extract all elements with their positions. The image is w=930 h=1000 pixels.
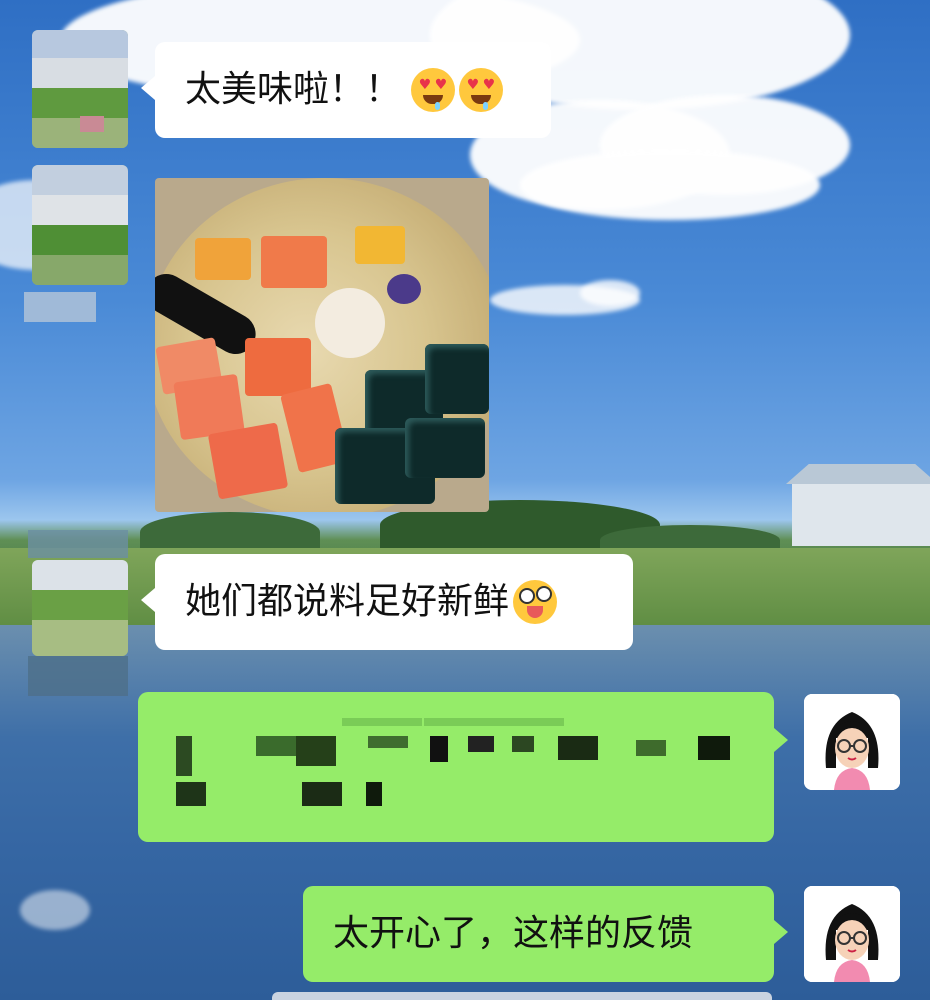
message-bubble[interactable]: 太美味啦！！ ♥ ♥ ♥ ♥ (155, 42, 551, 138)
contact-avatar[interactable] (32, 165, 128, 285)
message-text: 太美味啦！！ (185, 69, 402, 110)
pixelated-fragment (24, 292, 96, 322)
bubble-tail (141, 588, 155, 612)
contact-avatar[interactable] (32, 560, 128, 656)
house-scenery (792, 482, 930, 546)
bubble-tail (774, 728, 788, 752)
message-bubble[interactable] (138, 692, 774, 842)
message-text: 她们都说料足好新鲜 (185, 581, 510, 622)
pixelated-fragment (28, 656, 128, 696)
girl-glasses-icon (804, 886, 900, 982)
pixelated-fragment (28, 530, 128, 558)
bubble-tail (774, 920, 788, 944)
next-message-edge (272, 992, 772, 1000)
dessert-photo[interactable] (155, 178, 489, 512)
crazy-face-emoji-icon (513, 580, 558, 624)
heart-eyes-emoji-icon: ♥ ♥ (411, 68, 456, 112)
bubble-tail (141, 76, 155, 100)
my-avatar[interactable] (804, 886, 900, 982)
girl-glasses-icon (804, 694, 900, 790)
message-bubble[interactable]: 她们都说料足好新鲜 (155, 554, 633, 650)
message-text: 太开心了，这样的反馈 (333, 913, 694, 954)
my-avatar[interactable] (804, 694, 900, 790)
contact-avatar[interactable] (32, 30, 128, 148)
message-bubble[interactable]: 太开心了，这样的反馈 (303, 886, 774, 982)
heart-eyes-emoji-icon: ♥ ♥ (459, 68, 504, 112)
